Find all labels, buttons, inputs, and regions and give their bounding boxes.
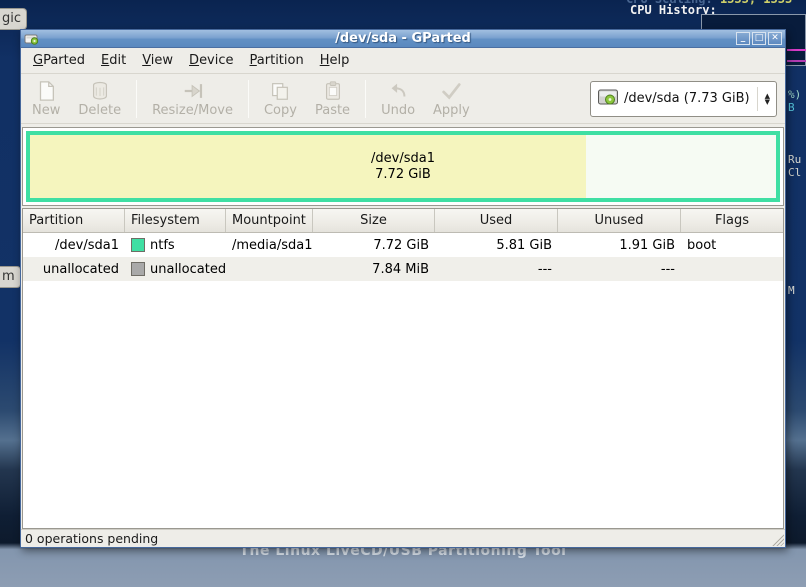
cell-used: --- (435, 262, 558, 277)
menu-device[interactable]: Device (181, 50, 241, 71)
menu-partition[interactable]: Partition (242, 50, 312, 71)
background-text-fragment: %) (788, 88, 801, 101)
toolbar-separator (365, 80, 366, 118)
cell-filesystem: unallocated (125, 262, 226, 277)
maximize-button[interactable]: □ (752, 32, 766, 45)
ntfs-color-swatch (131, 238, 145, 252)
cell-mountpoint: /media/sda1 (226, 238, 313, 253)
cell-size: 7.84 MiB (313, 262, 435, 277)
partition-used-space (30, 135, 586, 198)
partition-table: Partition Filesystem Mountpoint Size Use… (22, 208, 784, 529)
paste-clipboard-icon (322, 80, 344, 103)
cell-filesystem: ntfs (125, 238, 226, 253)
new-document-icon (35, 80, 57, 103)
cell-flags: boot (681, 238, 783, 253)
device-selector-value: /dev/sda (7.73 GiB) (624, 91, 750, 106)
background-window-tab[interactable]: m (0, 266, 21, 288)
combo-spinner-icon[interactable]: ▲▼ (765, 93, 772, 105)
background-line (787, 49, 806, 51)
gparted-window: /dev/sda - GParted _ □ ✕ GParted Edit Vi… (20, 29, 786, 548)
partition-free-space (586, 135, 776, 198)
window-title: /dev/sda - GParted (21, 31, 785, 46)
cell-unused: 1.91 GiB (558, 238, 681, 253)
cell-partition: /dev/sda1 (23, 238, 125, 253)
partition-visual-panel: /dev/sda1 7.72 GiB (22, 127, 784, 206)
column-header-flags[interactable]: Flags (681, 209, 783, 232)
column-header-unused[interactable]: Unused (558, 209, 681, 232)
combo-separator (757, 87, 758, 111)
apply-button[interactable]: Apply (424, 78, 479, 120)
cell-size: 7.72 GiB (313, 238, 435, 253)
column-header-filesystem[interactable]: Filesystem (125, 209, 226, 232)
column-header-used[interactable]: Used (435, 209, 558, 232)
menu-gparted[interactable]: GParted (25, 50, 93, 71)
toolbar-separator (136, 80, 137, 118)
device-selector[interactable]: /dev/sda (7.73 GiB) ▲▼ (590, 81, 777, 117)
status-bar: 0 operations pending (21, 529, 785, 547)
resize-move-label: Resize/Move (152, 103, 233, 118)
table-row-sda1[interactable]: /dev/sda1 ntfs /media/sda1 7.72 GiB 5.81… (23, 233, 783, 257)
new-button[interactable]: New (23, 78, 69, 120)
menu-edit[interactable]: Edit (93, 50, 134, 71)
cell-used: 5.81 GiB (435, 238, 558, 253)
partition-bar[interactable]: /dev/sda1 7.72 GiB (26, 131, 780, 202)
resize-grip[interactable] (771, 533, 784, 546)
menu-help[interactable]: Help (312, 50, 358, 71)
apply-label: Apply (433, 103, 470, 118)
minimize-button[interactable]: _ (736, 32, 750, 45)
filesystem-label: unallocated (150, 262, 226, 277)
column-header-size[interactable]: Size (313, 209, 435, 232)
status-text: 0 operations pending (25, 531, 158, 546)
trash-icon (89, 80, 111, 103)
copy-icon (269, 80, 291, 103)
new-label: New (32, 103, 60, 118)
unallocated-color-swatch (131, 262, 145, 276)
copy-label: Copy (264, 103, 297, 118)
resize-move-button[interactable]: Resize/Move (143, 78, 242, 120)
cell-unused: --- (558, 262, 681, 277)
background-text-fragment: M (788, 284, 795, 297)
table-row-unallocated[interactable]: unallocated unallocated 7.84 MiB --- --- (23, 257, 783, 281)
undo-arrow-icon (387, 80, 409, 103)
background-text-fragment: B (788, 101, 795, 114)
titlebar[interactable]: /dev/sda - GParted _ □ ✕ (21, 30, 785, 48)
background-window-tab[interactable]: gic (0, 8, 27, 30)
menu-view[interactable]: View (134, 50, 181, 71)
background-text-fragment: Ru (788, 153, 801, 166)
paste-button[interactable]: Paste (306, 78, 359, 120)
column-header-partition[interactable]: Partition (23, 209, 125, 232)
background-text-fragment: Cl (788, 166, 801, 179)
delete-label: Delete (78, 103, 121, 118)
delete-button[interactable]: Delete (69, 78, 130, 120)
column-header-mountpoint[interactable]: Mountpoint (226, 209, 313, 232)
copy-button[interactable]: Copy (255, 78, 306, 120)
table-header-row: Partition Filesystem Mountpoint Size Use… (23, 209, 783, 233)
toolbar-separator (248, 80, 249, 118)
harddisk-icon (597, 87, 619, 111)
cell-partition: unallocated (23, 262, 125, 277)
undo-label: Undo (381, 103, 415, 118)
background-line (787, 60, 806, 62)
partition-sda1-box[interactable] (26, 131, 780, 202)
close-button[interactable]: ✕ (768, 32, 782, 45)
paste-label: Paste (315, 103, 350, 118)
toolbar: New Delete Resize/Move Copy Paste Undo A… (21, 74, 785, 124)
table-empty-area (23, 281, 783, 528)
gparted-app-icon (24, 32, 39, 46)
undo-button[interactable]: Undo (372, 78, 424, 120)
resize-arrow-icon (182, 80, 204, 103)
filesystem-label: ntfs (150, 238, 175, 253)
menubar: GParted Edit View Device Partition Help (21, 48, 785, 74)
apply-check-icon (440, 80, 462, 103)
